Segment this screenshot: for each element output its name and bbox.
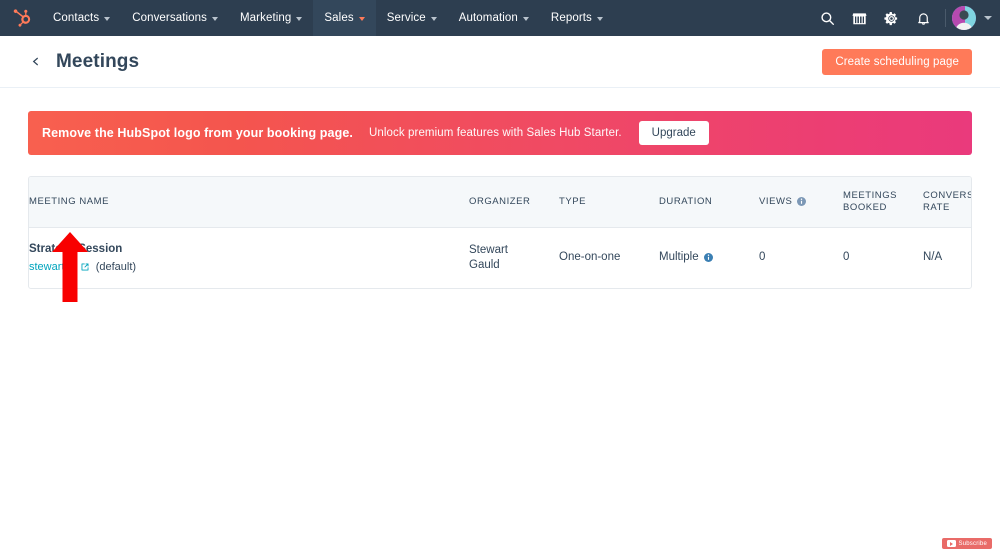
column-header-meetings-booked[interactable]: MEETINGS BOOKED <box>843 177 923 227</box>
banner-headline: Remove the HubSpot logo from your bookin… <box>42 126 353 140</box>
hubspot-logo-button[interactable] <box>0 0 42 36</box>
nav-item-service[interactable]: Service <box>376 0 448 36</box>
info-icon[interactable] <box>703 253 713 263</box>
column-header-views[interactable]: VIEWS <box>759 177 843 227</box>
meeting-type: One-on-one <box>559 251 621 264</box>
youtube-subscribe-badge[interactable]: Subscribe <box>941 538 992 549</box>
meeting-slug-link[interactable]: stewart53 <box>29 260 77 274</box>
page-header: Meetings Create scheduling page <box>0 36 1000 88</box>
marketplace-icon[interactable] <box>843 0 875 36</box>
column-label: DURATION <box>659 195 713 207</box>
top-navigation-bar: Contacts Conversations Marketing Sales S… <box>0 0 1000 36</box>
cell-duration: Multiple <box>659 227 759 288</box>
nav-item-automation[interactable]: Automation <box>448 0 540 36</box>
table-body: Strategy Session stewart53 (default) Ste… <box>29 227 971 288</box>
page-content: Remove the HubSpot logo from your bookin… <box>0 111 1000 289</box>
chevron-down-icon <box>596 17 603 21</box>
nav-item-label: Automation <box>458 12 518 24</box>
column-label: TYPE <box>559 195 587 207</box>
cell-organizer: Stewart Gauld <box>469 227 559 288</box>
nav-item-sales[interactable]: Sales <box>313 0 376 36</box>
cell-conversion-rate: N/A <box>923 227 971 288</box>
column-header-meeting-name[interactable]: MEETING NAME <box>29 177 469 227</box>
column-header-type[interactable]: TYPE <box>559 177 659 227</box>
nav-item-conversations[interactable]: Conversations <box>121 0 229 36</box>
organizer-name: Stewart Gauld <box>469 243 508 271</box>
external-link-icon[interactable] <box>81 263 89 271</box>
table-header-row: MEETING NAME ORGANIZER TYPE DURATION VIE… <box>29 177 971 228</box>
column-header-conversion-rate[interactable]: CONVERSION RATE <box>923 177 971 227</box>
column-label: MEETINGS BOOKED <box>843 190 898 213</box>
nav-item-label: Sales <box>324 12 354 24</box>
nav-item-reports[interactable]: Reports <box>540 0 614 36</box>
youtube-play-icon <box>946 540 956 547</box>
notifications-bell-icon[interactable] <box>907 0 939 36</box>
nav-item-label: Marketing <box>240 12 292 24</box>
column-label: CONVERSION RATE <box>923 190 971 213</box>
column-header-organizer[interactable]: ORGANIZER <box>469 177 559 227</box>
chevron-down-icon <box>296 17 303 21</box>
meetings-table-card: MEETING NAME ORGANIZER TYPE DURATION VIE… <box>28 176 972 289</box>
meetings-booked-count: 0 <box>843 251 850 264</box>
nav-item-label: Contacts <box>53 12 100 24</box>
chevron-down-icon <box>358 17 365 21</box>
main-nav-items: Contacts Conversations Marketing Sales S… <box>42 0 614 36</box>
create-scheduling-page-button[interactable]: Create scheduling page <box>822 48 972 75</box>
banner-subtext: Unlock premium features with Sales Hub S… <box>368 127 622 139</box>
nav-divider <box>945 9 946 27</box>
hubspot-sprocket-logo <box>13 9 31 27</box>
cell-meetings-booked: 0 <box>843 227 923 288</box>
meeting-name-link[interactable]: Strategy Session <box>29 242 469 257</box>
column-label: ORGANIZER <box>469 195 531 207</box>
page-root: Contacts Conversations Marketing Sales S… <box>0 0 1000 556</box>
cell-type: One-on-one <box>559 227 659 288</box>
avatar-chevron-down-icon[interactable] <box>984 16 992 20</box>
chevron-down-icon <box>522 17 529 21</box>
nav-item-contacts[interactable]: Contacts <box>42 0 121 36</box>
cell-views: 0 <box>759 227 843 288</box>
column-label: VIEWS <box>759 195 793 207</box>
subscribe-label: Subscribe <box>958 540 987 547</box>
avatar[interactable] <box>952 6 976 30</box>
cell-meeting-name: Strategy Session stewart53 (default) <box>29 227 469 288</box>
search-icon[interactable] <box>811 0 843 36</box>
chevron-down-icon <box>430 17 437 21</box>
table-row[interactable]: Strategy Session stewart53 (default) Ste… <box>29 227 971 288</box>
table-header: MEETING NAME ORGANIZER TYPE DURATION VIE… <box>29 177 971 228</box>
default-tag: (default) <box>95 260 137 273</box>
user-avatar-image <box>952 6 976 30</box>
nav-right-actions <box>811 0 1000 36</box>
settings-gear-icon[interactable] <box>875 0 907 36</box>
upgrade-button[interactable]: Upgrade <box>638 121 709 145</box>
meetings-table: MEETING NAME ORGANIZER TYPE DURATION VIE… <box>29 177 971 288</box>
meeting-slug-row: stewart53 (default) <box>29 260 469 274</box>
chevron-down-icon <box>104 17 111 21</box>
conversion-rate-value: N/A <box>923 251 943 264</box>
column-header-duration[interactable]: DURATION <box>659 177 759 227</box>
nav-item-marketing[interactable]: Marketing <box>229 0 313 36</box>
nav-item-label: Conversations <box>132 12 207 24</box>
column-label: MEETING NAME <box>29 195 109 207</box>
meeting-duration: Multiple <box>659 251 699 264</box>
back-caret-icon[interactable] <box>28 55 42 69</box>
page-title: Meetings <box>56 50 140 72</box>
nav-item-label: Reports <box>550 12 592 24</box>
info-icon[interactable] <box>797 197 807 207</box>
nav-item-label: Service <box>386 12 426 24</box>
upgrade-promo-banner: Remove the HubSpot logo from your bookin… <box>28 111 972 155</box>
views-count: 0 <box>759 251 766 264</box>
chevron-down-icon <box>212 17 218 21</box>
